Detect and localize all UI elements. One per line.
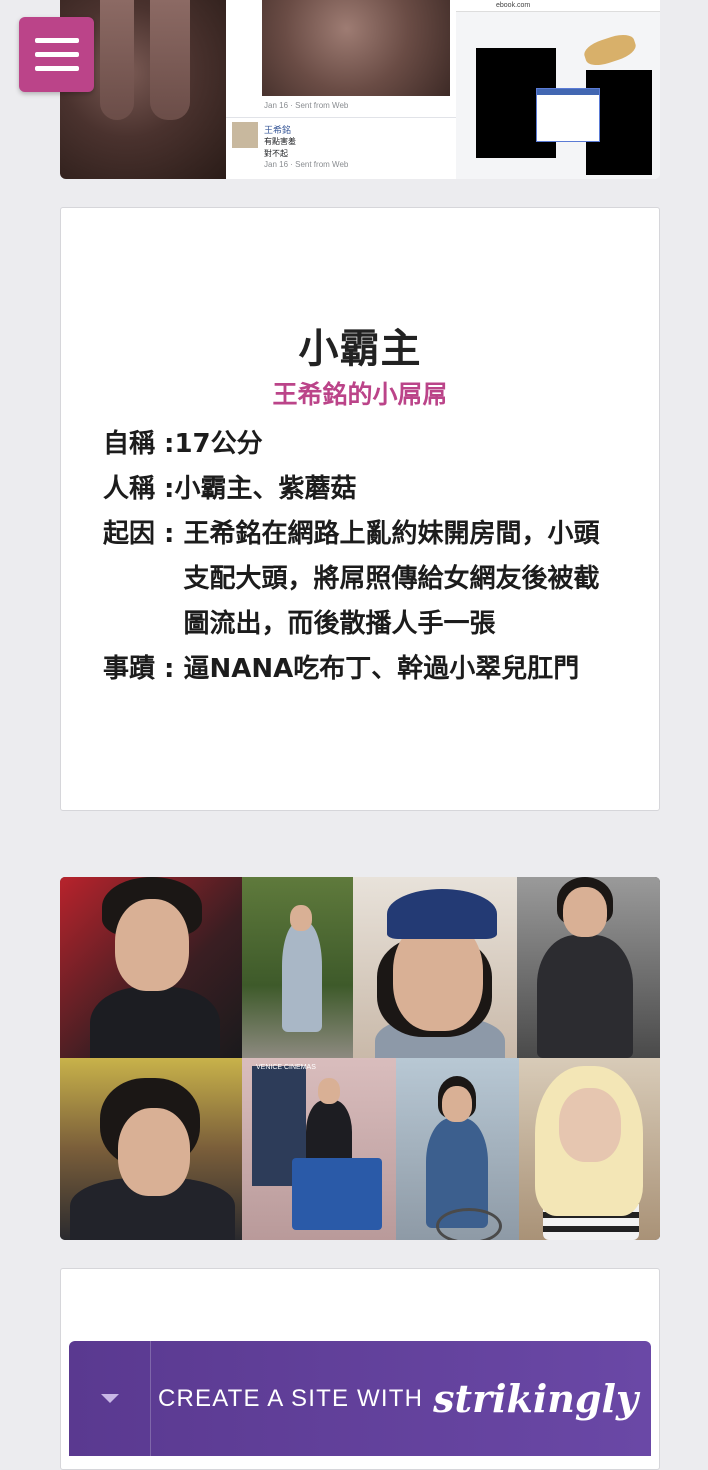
create-site-link[interactable]: CREATE A SITE WITH strikingly bbox=[151, 1376, 651, 1421]
photo-detail-2 bbox=[150, 0, 190, 120]
messenger-screenshot: ebook.com bbox=[456, 0, 660, 179]
cinema-sign: VENICE CINEMAS bbox=[256, 1064, 316, 1071]
info-row: 自稱 : 17公分 bbox=[103, 422, 623, 467]
info-value: 逼NANA吃布丁、幹過小翠兒肛門 bbox=[183, 654, 580, 684]
cap bbox=[387, 889, 497, 939]
collage-photo-8 bbox=[519, 1058, 660, 1240]
chat-dialog bbox=[536, 88, 600, 142]
menu-icon bbox=[34, 38, 79, 43]
banner-cta-text: CREATE A SITE WITH bbox=[157, 1384, 424, 1412]
collage-photo-6: VENICE CINEMAS bbox=[242, 1058, 396, 1240]
bicycle bbox=[436, 1208, 502, 1240]
info-row: 人稱 : 小霸主、紫蘑菇 bbox=[103, 467, 623, 512]
photo-detail bbox=[100, 0, 134, 120]
trash-bins bbox=[292, 1158, 382, 1230]
photo-collage: VENICE CINEMAS bbox=[60, 877, 660, 1240]
divider bbox=[226, 117, 456, 118]
message-photo bbox=[262, 0, 450, 96]
comment-timestamp: Jan 16 · Sent from Web bbox=[264, 160, 349, 169]
person-face bbox=[290, 905, 312, 931]
person-face bbox=[318, 1078, 340, 1104]
card-subtitle: 王希銘的小屌屌 bbox=[272, 380, 448, 409]
person-face bbox=[115, 899, 189, 991]
person-body bbox=[537, 935, 633, 1058]
strikingly-logo: strikingly bbox=[433, 1376, 639, 1421]
collage-photo-5 bbox=[60, 1058, 242, 1240]
person-body bbox=[282, 922, 322, 1032]
menu-icon-bar-3 bbox=[34, 66, 79, 71]
person-face bbox=[118, 1108, 190, 1196]
info-value: 17公分 bbox=[174, 429, 263, 459]
top-screenshot-image: Jan 16 · Sent from Web 王希銘 有點害羞 對不起 Jan … bbox=[60, 0, 660, 179]
card-title: 小霸主 bbox=[298, 326, 422, 372]
comment-line: 對不起 bbox=[264, 149, 288, 158]
info-row: 起因 : 王希銘在網路上亂約妹開房間，小頭支配大頭，將屌照傳給女網友後被截圖流出… bbox=[103, 512, 623, 647]
info-label: 人稱 : bbox=[103, 474, 175, 504]
facebook-message-panel: Jan 16 · Sent from Web 王希銘 有點害羞 對不起 Jan … bbox=[226, 0, 456, 179]
info-list: 自稱 : 17公分 人稱 : 小霸主、紫蘑菇 起因 : 王希銘在網路上亂約妹開房… bbox=[103, 422, 623, 692]
strikingly-banner[interactable]: CREATE A SITE WITH strikingly bbox=[69, 1341, 651, 1456]
collage-photo-3 bbox=[353, 877, 517, 1058]
info-card: 小霸主 王希銘的小屌屌 自稱 : 17公分 人稱 : 小霸主、紫蘑菇 起因 : … bbox=[60, 207, 660, 811]
info-label: 自稱 : bbox=[103, 429, 175, 459]
caret-down-icon bbox=[100, 1394, 119, 1403]
person-body bbox=[90, 987, 220, 1058]
browser-bar: ebook.com bbox=[456, 0, 660, 12]
ring-photo bbox=[581, 30, 639, 70]
message-timestamp: Jan 16 · Sent from Web bbox=[264, 101, 349, 110]
info-value: 王希銘在網路上亂約妹開房間，小頭支配大頭，將屌照傳給女網友後被截圖流出，而後散播… bbox=[183, 519, 600, 639]
person-face bbox=[442, 1086, 472, 1122]
person-face bbox=[563, 887, 607, 937]
commenter-name: 王希銘 bbox=[264, 125, 292, 135]
info-value: 小霸主、紫蘑菇 bbox=[174, 474, 357, 504]
menu-icon-bar-2 bbox=[34, 52, 79, 57]
info-row: 事蹟 : 逼NANA吃布丁、幹過小翠兒肛門 bbox=[103, 647, 623, 692]
collage-photo-1 bbox=[60, 877, 242, 1058]
info-label: 事蹟 : bbox=[103, 654, 184, 684]
commenter-avatar bbox=[232, 122, 258, 148]
info-label: 起因 : bbox=[103, 519, 184, 549]
collage-photo-2 bbox=[242, 877, 353, 1058]
person-face bbox=[559, 1088, 621, 1162]
collage-photo-7 bbox=[396, 1058, 519, 1240]
banner-collapse-toggle[interactable] bbox=[69, 1341, 151, 1456]
menu-button[interactable] bbox=[19, 17, 94, 92]
comment-line: 有點害羞 bbox=[264, 137, 296, 146]
collage-photo-4 bbox=[517, 877, 660, 1058]
